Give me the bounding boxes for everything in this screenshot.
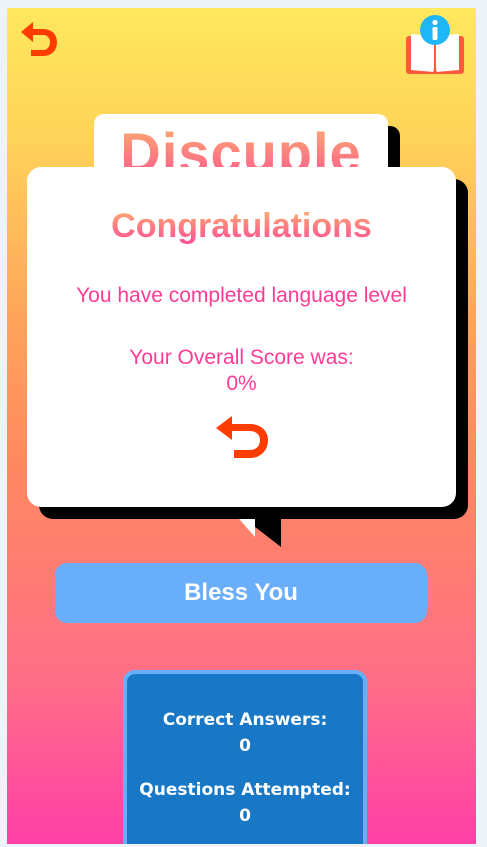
completion-message: You have completed language level bbox=[76, 284, 407, 307]
congratulations-dialog: Congratulations You have completed langu… bbox=[27, 167, 456, 507]
info-icon bbox=[420, 15, 450, 45]
correct-answers-label: Correct Answers: bbox=[162, 710, 328, 730]
book-info-button[interactable] bbox=[403, 14, 467, 76]
stats-panel: Correct Answers: 0 Questions Attempted: … bbox=[123, 670, 367, 844]
score-label: Your Overall Score was: bbox=[129, 346, 354, 369]
questions-attempted-value: 0 bbox=[239, 806, 251, 826]
correct-answers-value: 0 bbox=[239, 736, 251, 756]
score-value: 0% bbox=[226, 372, 257, 395]
bless-you-button[interactable]: Bless You bbox=[55, 563, 427, 623]
back-arrow-icon[interactable] bbox=[15, 18, 61, 64]
app-screen: Discuple Congratulations You have comple… bbox=[7, 8, 476, 844]
questions-attempted-label: Questions Attempted: bbox=[139, 780, 351, 800]
bubble-tail bbox=[225, 503, 281, 547]
dialog-heading: Congratulations bbox=[27, 207, 456, 246]
dialog-back-arrow-icon[interactable] bbox=[210, 412, 274, 466]
